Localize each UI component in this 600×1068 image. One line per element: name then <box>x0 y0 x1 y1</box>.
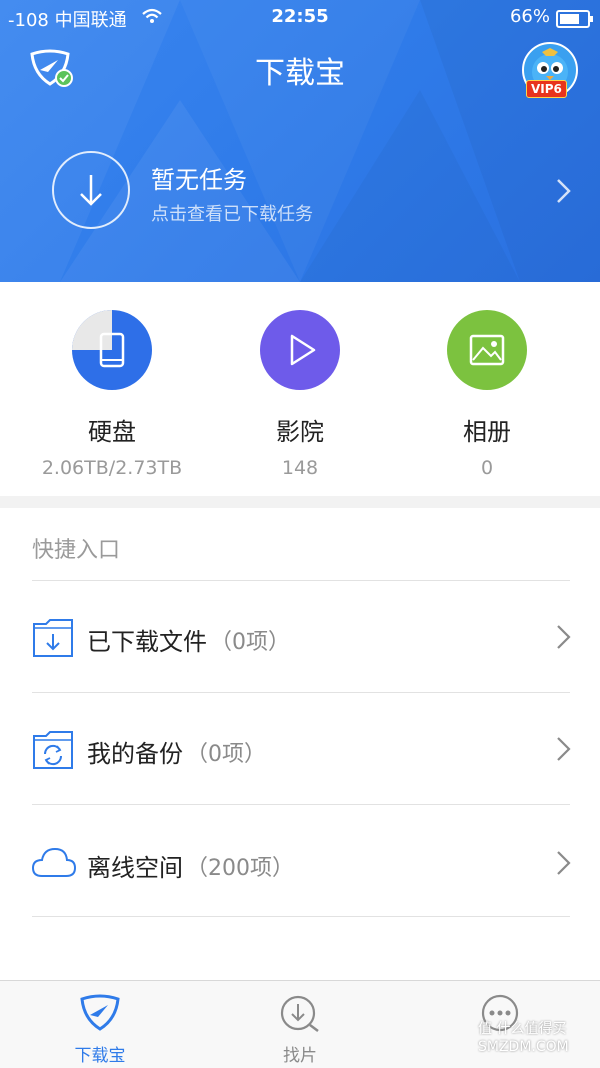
list-item-downloaded[interactable]: 已下载文件 （0项） <box>0 582 600 692</box>
shield-icon <box>80 994 120 1031</box>
divider <box>32 692 570 693</box>
folder-download-icon <box>33 619 73 657</box>
list-item-label: 离线空间 <box>87 854 183 882</box>
vip-badge: VIP6 <box>526 80 567 98</box>
image-icon <box>447 310 527 390</box>
list-item-count: （200项） <box>186 856 294 881</box>
divider <box>32 804 570 805</box>
tab-label: 下载宝 <box>74 1046 126 1066</box>
category-label: 影院 <box>276 418 324 446</box>
chevron-right-icon <box>557 179 571 203</box>
category-value: 2.06TB/2.73TB <box>41 457 183 479</box>
tab-find[interactable]: 找片 <box>240 993 360 1066</box>
folder-sync-icon <box>33 731 73 769</box>
battery-percent: 66% <box>509 6 550 27</box>
list-item-label: 我的备份 <box>87 740 183 768</box>
list-item-offline[interactable]: 离线空间 （200项） <box>0 806 600 916</box>
divider <box>32 580 570 581</box>
header: -108 中国联通 22:55 66% 下载宝 VIP6 暂无任务 点击查看已下… <box>0 0 600 282</box>
divider <box>32 916 570 917</box>
section-divider <box>0 496 600 508</box>
category-value: 148 <box>281 457 319 479</box>
status-bar: -108 中国联通 22:55 66% <box>0 0 600 36</box>
play-icon <box>260 310 340 390</box>
category-album[interactable]: 相册 0 <box>407 310 567 479</box>
task-subtitle: 点击查看已下载任务 <box>151 204 313 225</box>
category-cinema[interactable]: 影院 148 <box>220 310 380 479</box>
task-title: 暂无任务 <box>151 166 247 194</box>
chevron-right-icon <box>557 737 571 761</box>
tab-download[interactable]: 下载宝 <box>40 993 160 1066</box>
list-item-label: 已下载文件 <box>87 628 207 656</box>
disk-icon <box>72 310 152 390</box>
search-download-icon <box>280 995 319 1032</box>
category-disk[interactable]: 硬盘 2.06TB/2.73TB <box>32 310 192 479</box>
list-item-count: （0项） <box>186 742 266 767</box>
header-pattern <box>0 0 600 282</box>
watermark: 值 什么值得买 SMZDM.COM <box>478 1021 569 1055</box>
download-icon <box>52 151 130 229</box>
tab-label: 找片 <box>283 1046 317 1066</box>
list-item-count: （0项） <box>210 630 290 655</box>
battery-icon <box>556 10 593 28</box>
cloud-icon <box>32 847 76 877</box>
quick-entry-label: 快捷入口 <box>32 538 121 563</box>
page-title: 下载宝 <box>255 56 345 91</box>
category-value: 0 <box>480 457 494 479</box>
list-item-backup[interactable]: 我的备份 （0项） <box>0 694 600 804</box>
chevron-right-icon <box>557 625 571 649</box>
category-label: 相册 <box>463 418 511 446</box>
chevron-right-icon <box>557 851 571 875</box>
category-label: 硬盘 <box>88 418 136 446</box>
